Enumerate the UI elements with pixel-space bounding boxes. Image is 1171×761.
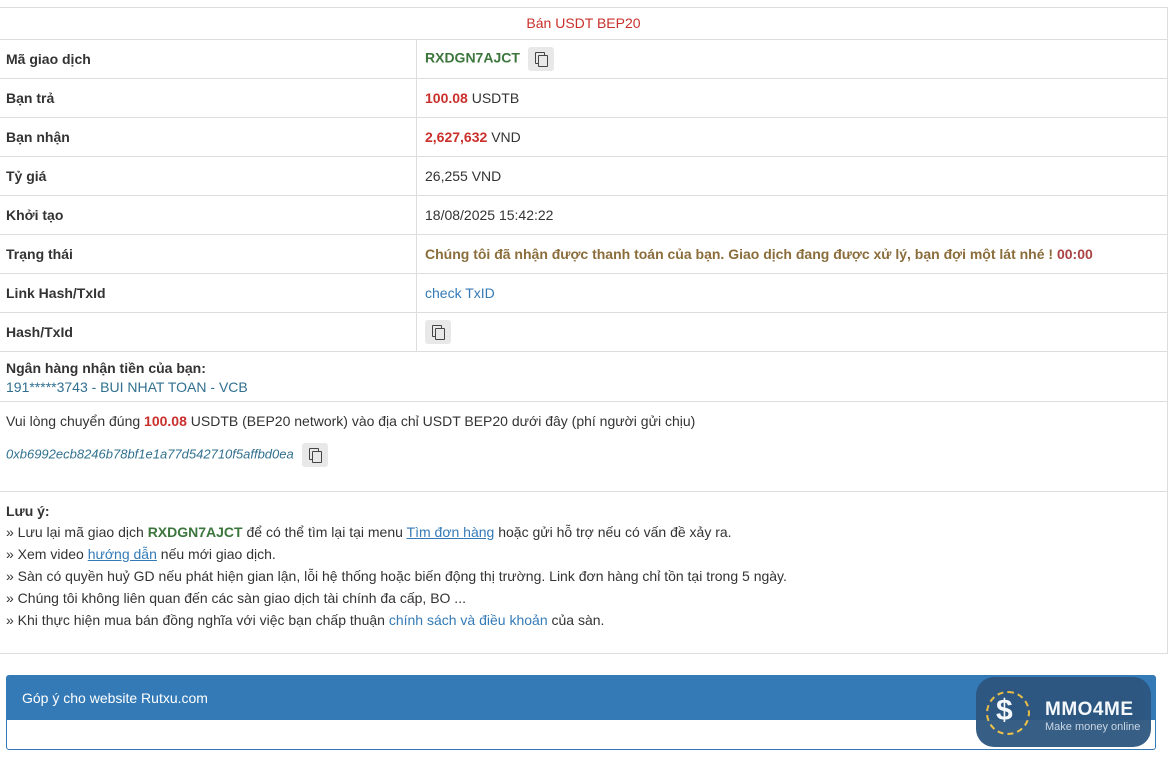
wallet-address[interactable]: 0xb6992ecb8246b78bf1e1a77d542710f5affbd0… [6,447,294,462]
bank-account: 191*****3743 - BUI NHAT TOAN - VCB [6,379,248,395]
row-label: Tỷ giá [0,156,417,196]
order-details-table: Mã giao dịch RXDGN7AJCT Bạn trả 100.08 U… [0,40,1167,352]
row-label: Trạng thái [0,234,417,274]
transfer-section: Vui lòng chuyển đúng 100.08 USDTB (BEP20… [0,413,1167,492]
created-time: 18/08/2025 15:42:22 [416,195,1167,235]
table-row: Khởi tạo 18/08/2025 15:42:22 [0,195,1167,235]
transfer-amount: 100.08 [144,413,187,429]
row-label: Link Hash/TxId [0,273,417,313]
list-item: » Chúng tôi không liên quan đến các sàn … [6,590,466,606]
row-label: Bạn trả [0,78,417,118]
order-title: Bán USDT BEP20 [0,7,1167,40]
table-row: Bạn nhận 2,627,632 VND [0,117,1167,157]
dollar-icon: $ [996,694,1013,727]
watermark-tagline: Make money online [1045,721,1141,733]
notes-code: RXDGN7AJCT [147,524,243,540]
guide-video-link[interactable]: hướng dẫn [88,546,157,562]
bank-title: Ngân hàng nhận tiền của bạn: [6,360,206,376]
row-label: Khởi tạo [0,195,417,235]
notes-section: Lưu ý: » Lưu lại mã giao dịch RXDGN7AJCT… [0,503,1167,654]
list-item: » Khi thực hiện mua bán đồng nghĩa với v… [6,612,605,628]
pay-unit: USDTB [471,90,520,106]
table-row: Mã giao dịch RXDGN7AJCT [0,40,1167,79]
row-label: Bạn nhận [0,117,417,157]
list-item: » Sàn có quyền huỷ GD nếu phát hiện gian… [6,568,787,584]
table-row: Trạng thái Chúng tôi đã nhận được thanh … [0,234,1167,274]
row-label: Hash/TxId [0,312,417,352]
pay-amount: 100.08 [425,90,468,106]
row-label: Mã giao dịch [0,40,417,79]
exchange-rate: 26,255 VND [416,156,1167,196]
receive-unit: VND [491,129,521,145]
status-timer: 00:00 [1056,246,1093,262]
order-container: Bán USDT BEP20 Mã giao dịch RXDGN7AJCT B… [0,7,1168,654]
mmo4me-watermark-logo: $ MMO4ME Make money online [976,677,1151,747]
list-item: » Xem video hướng dẫn nếu mới giao dịch. [6,546,276,562]
copy-address-button[interactable] [301,443,328,467]
check-txid-link[interactable]: check TxID [425,285,495,301]
find-order-link[interactable]: Tìm đơn hàng [407,524,495,540]
copy-code-button[interactable] [527,47,554,71]
copy-hash-button[interactable] [425,320,451,344]
bank-section: Ngân hàng nhận tiền của bạn: 191*****374… [0,352,1167,402]
transaction-code: RXDGN7AJCT [425,49,520,66]
list-item: » Lưu lại mã giao dịch RXDGN7AJCT để có … [6,524,732,540]
notes-title: Lưu ý: [6,503,50,519]
policy-link[interactable]: chính sách và điều khoản [389,612,548,628]
status-message: Chúng tôi đã nhận được thanh toán của bạ… [425,246,1054,262]
watermark-name: MMO4ME [1045,699,1134,720]
table-row: Tỷ giá 26,255 VND [0,156,1167,196]
receive-amount: 2,627,632 [425,129,488,145]
table-row: Bạn trả 100.08 USDTB [0,78,1167,118]
transfer-instruction: Vui lòng chuyển đúng 100.08 USDTB (BEP20… [6,413,696,429]
table-row: Hash/TxId [0,312,1167,352]
table-row: Link Hash/TxId check TxID [0,273,1167,313]
